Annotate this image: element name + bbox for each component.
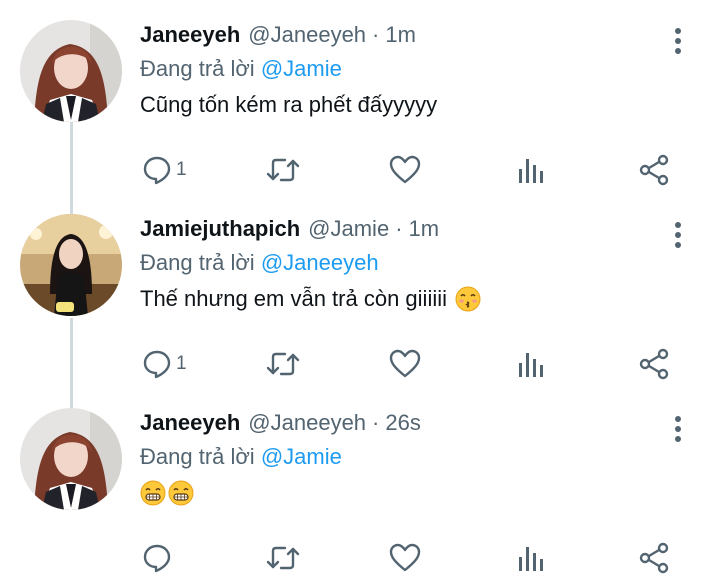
reply-count: 1 xyxy=(176,159,187,180)
tweet-text-content: Thế nhưng em vẫn trả còn giiiiii xyxy=(140,286,447,311)
views-icon xyxy=(516,543,544,573)
like-icon xyxy=(389,349,421,379)
reply-button[interactable]: 1 xyxy=(142,150,187,190)
display-name[interactable]: Jamiejuthapich xyxy=(140,216,300,242)
grinning-face-emoji xyxy=(168,480,194,506)
share-icon xyxy=(638,542,670,574)
reply-icon xyxy=(142,543,172,573)
replying-to: Đang trả lời @Jamie xyxy=(140,444,342,470)
retweet-icon xyxy=(265,349,301,379)
tweet[interactable]: Janeeyeh @Janeeyeh · 26s Đang trả lời @J… xyxy=(0,408,720,579)
tweet-text-content: Cũng tốn kém ra phết đấyyyyy xyxy=(140,92,438,117)
retweet-button[interactable] xyxy=(265,538,301,578)
mention-link[interactable]: @Jamie xyxy=(261,56,342,81)
action-bar: 1 xyxy=(0,150,720,190)
more-icon[interactable] xyxy=(668,26,688,56)
views-icon xyxy=(516,349,544,379)
separator-dot: · xyxy=(372,22,380,47)
grinning-face-emoji xyxy=(140,480,166,506)
tweet[interactable]: Janeeyeh @Janeeyeh · 1m Đang trả lời @Ja… xyxy=(0,20,720,200)
views-icon xyxy=(516,155,544,185)
retweet-button[interactable] xyxy=(265,150,301,190)
share-icon xyxy=(638,154,670,186)
share-button[interactable] xyxy=(638,538,670,578)
avatar[interactable] xyxy=(20,408,122,510)
separator-dot: · xyxy=(372,410,380,435)
like-button[interactable] xyxy=(389,344,421,384)
reply-count: 1 xyxy=(176,353,187,374)
display-name[interactable]: Janeeyeh xyxy=(140,22,240,48)
like-icon xyxy=(389,155,421,185)
share-button[interactable] xyxy=(638,150,670,190)
retweet-icon xyxy=(265,155,301,185)
views-button[interactable] xyxy=(516,150,544,190)
reply-button[interactable]: 1 xyxy=(142,344,187,384)
share-button[interactable] xyxy=(638,344,670,384)
like-button[interactable] xyxy=(389,150,421,190)
retweet-button[interactable] xyxy=(265,344,301,384)
action-bar: 1 xyxy=(0,344,720,384)
more-icon[interactable] xyxy=(668,220,688,250)
avatar[interactable] xyxy=(20,214,122,316)
replying-label: Đang trả lời xyxy=(140,250,255,275)
kissing-face-emoji xyxy=(455,286,481,312)
tweet-header: Janeeyeh @Janeeyeh · 26s xyxy=(140,410,421,440)
retweet-icon xyxy=(265,543,301,573)
action-bar xyxy=(0,538,720,578)
tweet-text: Thế nhưng em vẫn trả còn giiiiii xyxy=(140,286,481,312)
views-button[interactable] xyxy=(516,344,544,384)
reply-icon xyxy=(142,349,172,379)
reply-button[interactable] xyxy=(142,538,176,578)
user-handle[interactable]: @Janeeyeh xyxy=(248,410,366,436)
replying-label: Đang trả lời xyxy=(140,56,255,81)
tweet-text xyxy=(140,480,194,506)
tweet-text: Cũng tốn kém ra phết đấyyyyy xyxy=(140,92,437,118)
replying-label: Đang trả lời xyxy=(140,444,255,469)
views-button[interactable] xyxy=(516,538,544,578)
user-handle[interactable]: @Jamie xyxy=(308,216,389,242)
avatar[interactable] xyxy=(20,20,122,122)
replying-to: Đang trả lời @Jamie xyxy=(140,56,342,82)
like-icon xyxy=(389,543,421,573)
display-name[interactable]: Janeeyeh xyxy=(140,410,240,436)
mention-link[interactable]: @Jamie xyxy=(261,444,342,469)
more-icon[interactable] xyxy=(668,414,688,444)
replying-to: Đang trả lời @Janeeyeh xyxy=(140,250,379,276)
tweet-header: Jamiejuthapich @Jamie · 1m xyxy=(140,216,439,246)
tweet[interactable]: Jamiejuthapich @Jamie · 1m Đang trả lời … xyxy=(0,214,720,394)
mention-link[interactable]: @Janeeyeh xyxy=(261,250,379,275)
like-button[interactable] xyxy=(389,538,421,578)
timestamp[interactable]: 1m xyxy=(409,216,440,242)
tweet-header: Janeeyeh @Janeeyeh · 1m xyxy=(140,22,416,52)
separator-dot: · xyxy=(395,216,403,241)
share-icon xyxy=(638,348,670,380)
timestamp[interactable]: 26s xyxy=(385,410,420,436)
reply-icon xyxy=(142,155,172,185)
timestamp[interactable]: 1m xyxy=(385,22,416,48)
user-handle[interactable]: @Janeeyeh xyxy=(248,22,366,48)
